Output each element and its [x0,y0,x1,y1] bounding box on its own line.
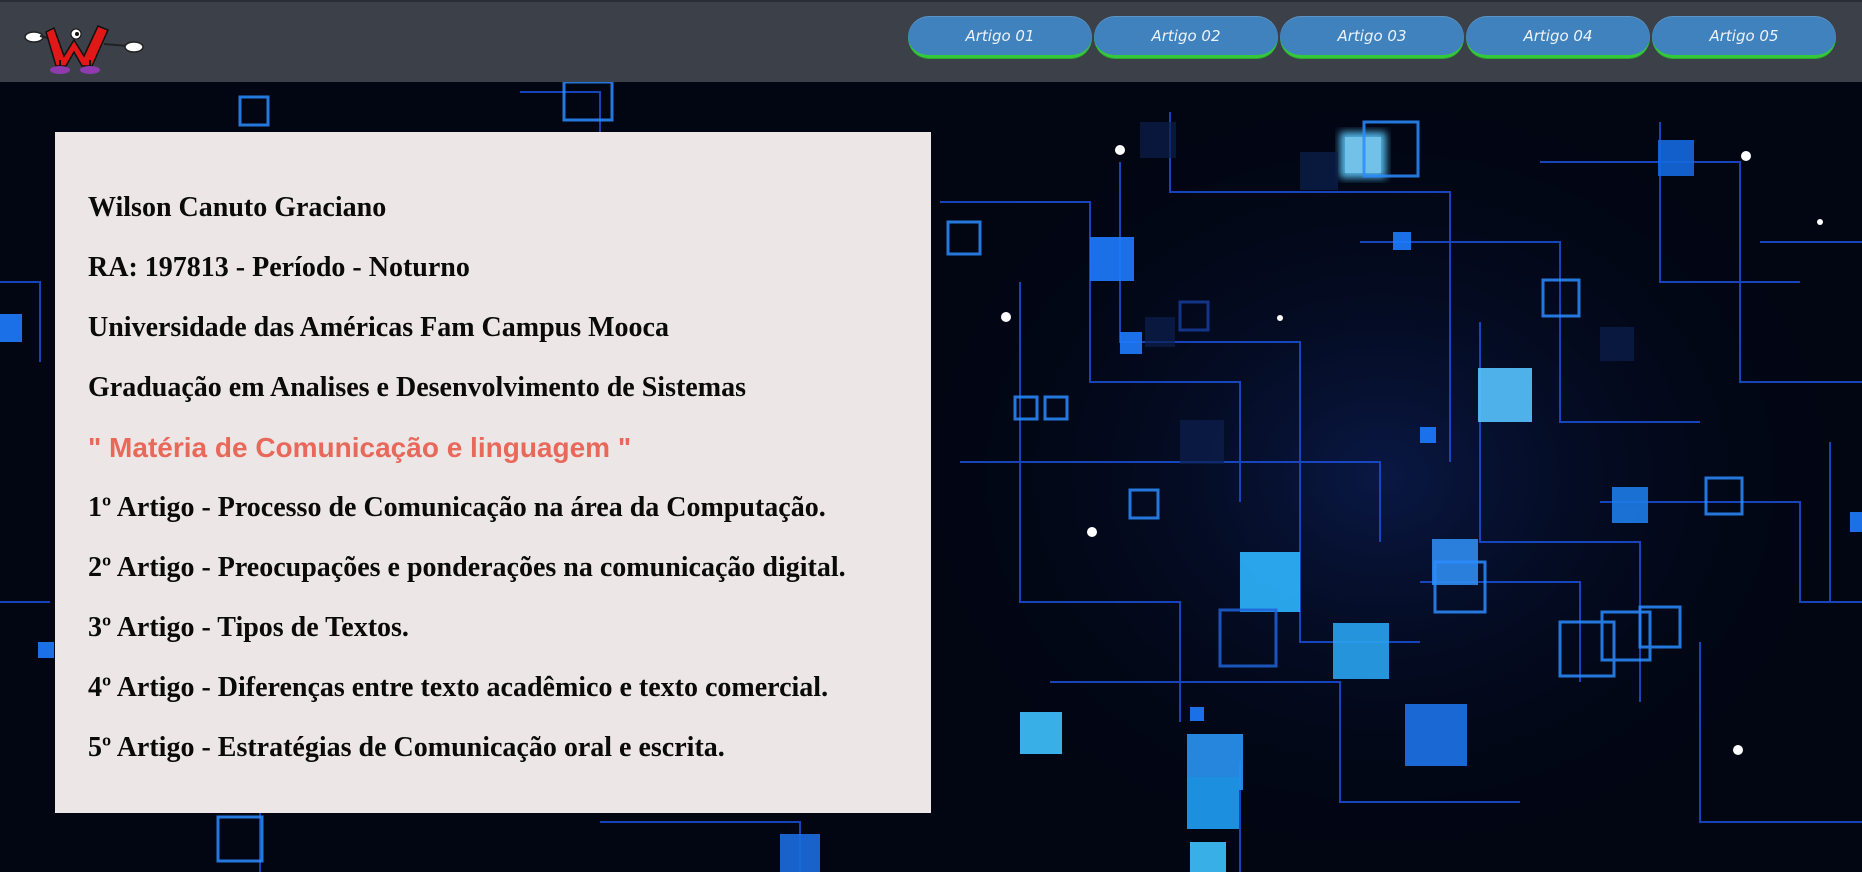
course-name: Graduação em Analises e Desenvolvimento … [88,372,746,403]
student-ra: RA: 197813 - Período - Noturno [88,252,470,283]
article-item-3: 3º Artigo - Tipos de Textos. [88,612,409,643]
nav-artigo-03-button[interactable]: Artigo 03 [1280,16,1464,58]
university-name: Universidade das Américas Fam Campus Moo… [88,312,669,343]
nav-artigo-02-button[interactable]: Artigo 02 [1094,16,1278,58]
student-name: Wilson Canuto Graciano [88,192,387,223]
nav-artigo-01-button[interactable]: Artigo 01 [908,16,1092,58]
logo-icon[interactable] [16,20,152,74]
nav-artigo-04-button[interactable]: Artigo 04 [1466,16,1650,58]
article-item-2: 2º Artigo - Preocupações e ponderações n… [88,552,846,583]
article-nav: Artigo 01 Artigo 02 Artigo 03 Artigo 04 … [908,16,1836,58]
article-item-4: 4º Artigo - Diferenças entre texto acadê… [88,672,829,703]
top-navbar: Artigo 01 Artigo 02 Artigo 03 Artigo 04 … [0,0,1862,82]
nav-artigo-05-button[interactable]: Artigo 05 [1652,16,1836,58]
subject-title: " Matéria de Comunicação e linguagem " [88,432,632,463]
article-item-5: 5º Artigo - Estratégias de Comunicação o… [88,732,725,763]
article-item-1: 1º Artigo - Processo de Comunicação na á… [88,492,826,523]
info-panel: Wilson Canuto Graciano RA: 197813 - Perí… [55,132,931,813]
